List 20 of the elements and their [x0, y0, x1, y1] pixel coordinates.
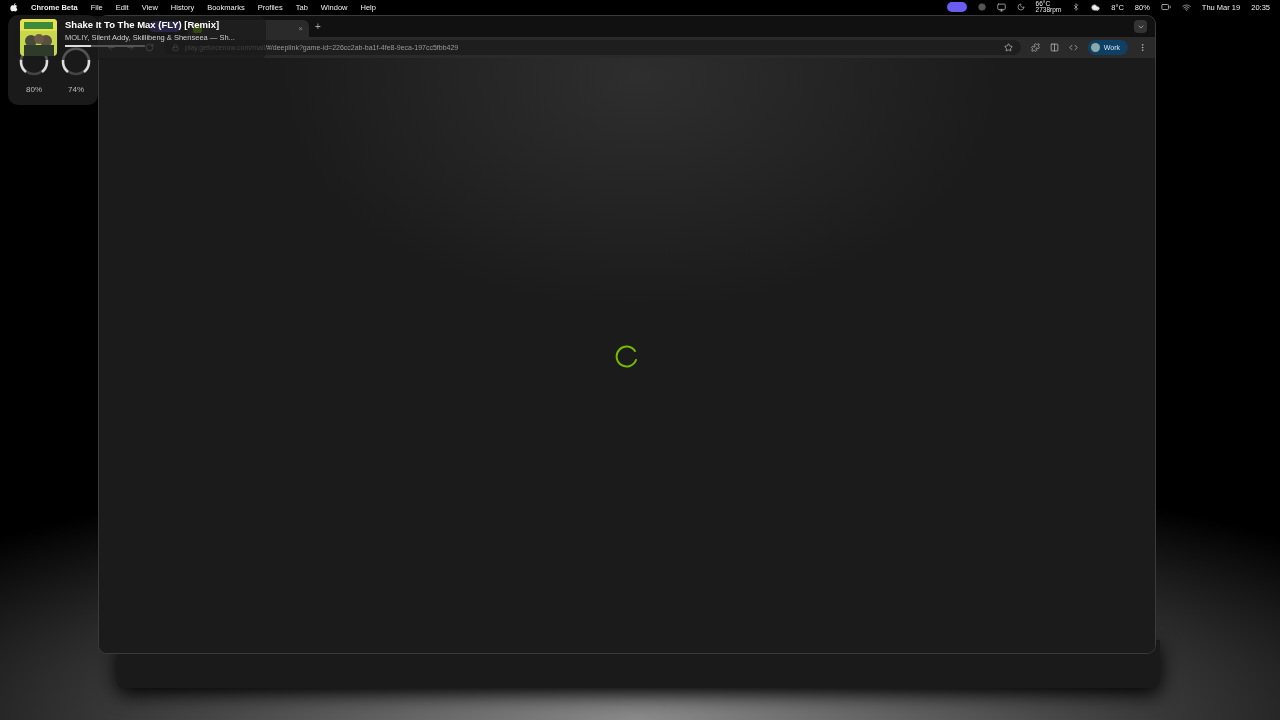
side-panel-icon[interactable] [1049, 43, 1059, 52]
apple-icon[interactable] [10, 2, 18, 12]
moon-icon[interactable] [1016, 3, 1025, 11]
gauge-reading: 80% [26, 85, 42, 94]
new-tab-button[interactable]: + [315, 21, 321, 32]
tab-close-button[interactable]: × [298, 24, 303, 33]
battery-icon[interactable] [1160, 2, 1171, 12]
record-icon[interactable] [977, 3, 986, 11]
tab-search-button[interactable] [1134, 20, 1147, 33]
bookmark-star-icon[interactable] [1003, 43, 1013, 52]
avatar-icon [1090, 43, 1100, 52]
extension-icon[interactable] [1030, 43, 1040, 52]
bluetooth-icon[interactable] [1072, 3, 1081, 11]
gauge-reading: 74% [68, 85, 84, 94]
monitor-icon[interactable] [996, 2, 1006, 12]
menu-icon[interactable] [1138, 43, 1147, 52]
cloud-icon[interactable] [1091, 2, 1101, 12]
track-title: Shake It To The Max (FLY) [Remix] [65, 19, 221, 30]
code-icon[interactable] [1068, 43, 1078, 52]
wifi-icon[interactable] [1181, 2, 1191, 12]
